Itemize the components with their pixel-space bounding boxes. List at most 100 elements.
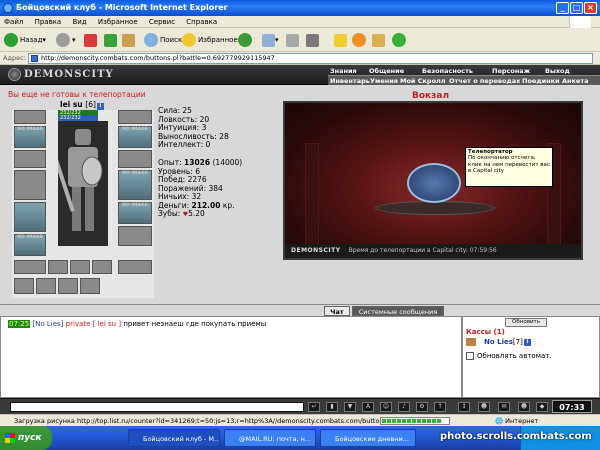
- messenger-button[interactable]: [334, 31, 347, 49]
- search-button[interactable]: Поиск: [144, 31, 182, 49]
- print-button[interactable]: [286, 31, 299, 49]
- mail-button[interactable]: ▾: [262, 31, 279, 49]
- refresh-button[interactable]: [104, 31, 117, 49]
- slot-earrings[interactable]: NO IMAGE: [14, 126, 46, 148]
- menu-security[interactable]: Безопасность: [422, 67, 473, 75]
- menu-exit[interactable]: Выход: [545, 67, 570, 75]
- menu-tools[interactable]: Сервис: [149, 18, 175, 26]
- menu-edit[interactable]: Правка: [35, 18, 62, 26]
- task-mailru[interactable]: @MAIL.RU: почта, н...: [224, 429, 316, 447]
- settings-button[interactable]: ⚙: [416, 402, 428, 412]
- character-avatar[interactable]: [49, 121, 108, 246]
- maximize-button[interactable]: □: [570, 2, 583, 14]
- home-button[interactable]: [122, 31, 135, 49]
- menu-character[interactable]: Персонаж: [492, 67, 530, 75]
- back-button[interactable]: Назад ▾: [4, 31, 46, 49]
- logo-orb-icon: [8, 68, 21, 81]
- character-name[interactable]: lei su [6] i: [60, 100, 104, 110]
- slot-shield[interactable]: NO IMAGE: [118, 170, 152, 200]
- filter-button[interactable]: ▼: [344, 402, 356, 412]
- auto-refresh-checkbox[interactable]: Обновлять автомат.: [466, 352, 552, 360]
- watermark: photo.scrolls.combats.com: [440, 431, 592, 442]
- search-icon: [144, 33, 158, 47]
- menu-duels[interactable]: Поединки: [522, 77, 560, 85]
- slot-gloves[interactable]: [118, 110, 152, 124]
- menu-view[interactable]: Вид: [72, 18, 86, 26]
- close-button[interactable]: ×: [584, 2, 597, 14]
- window-title: Бойцовский клуб - Microsoft Internet Exp…: [16, 3, 228, 12]
- tab-system-messages[interactable]: Системные сообщения: [352, 306, 444, 316]
- clear-button[interactable]: ▮: [326, 402, 338, 412]
- chat-window: 07:25 [No Lies] private [ lei su ] приве…: [0, 316, 462, 398]
- slot-bottom-5[interactable]: [118, 260, 152, 274]
- menu-knowledge[interactable]: Знания: [330, 67, 357, 75]
- start-button[interactable]: пуск: [0, 426, 52, 450]
- color-button[interactable]: ◆: [536, 402, 548, 412]
- mail-chat-button[interactable]: ✉: [498, 402, 510, 412]
- chat-nick[interactable]: [No Lies]: [32, 320, 63, 328]
- task-combats[interactable]: Бойцовский клуб - M...: [128, 429, 220, 447]
- menu-help[interactable]: Справка: [186, 18, 217, 26]
- menu-transfers[interactable]: Отчет о переводах: [449, 77, 520, 85]
- slot-weapon[interactable]: [14, 170, 46, 200]
- chat-input-bar: ↵ ▮ ▼ A ☺ ♪ ⚙ ↑ ↕ ☻ ✉ ☻ ◆ 07:33: [0, 398, 600, 414]
- teleporter[interactable]: [407, 163, 461, 203]
- browser-toolbar: Назад ▾ ▾ Поиск Избранное ▾: [0, 28, 600, 52]
- info-icon[interactable]: i: [523, 338, 531, 346]
- minimize-button[interactable]: _: [556, 2, 569, 14]
- people-button[interactable]: ☻: [518, 402, 530, 412]
- slot-bottom-3[interactable]: [70, 260, 90, 274]
- slot-amulet[interactable]: [14, 150, 46, 168]
- slot-bottom-1[interactable]: [14, 260, 46, 274]
- refresh-button[interactable]: Обновить: [505, 318, 547, 327]
- online-user[interactable]: No Lies [7] i: [466, 338, 531, 346]
- menu-profile[interactable]: Анкета: [562, 77, 589, 85]
- info-icon[interactable]: i: [96, 103, 104, 110]
- slot-pocket-3[interactable]: [58, 278, 78, 294]
- checkbox[interactable]: [466, 352, 474, 360]
- windows-logo-icon: [5, 433, 15, 443]
- slot-pocket-1[interactable]: [14, 278, 34, 294]
- extra-button[interactable]: [372, 31, 385, 49]
- menu-scroll[interactable]: Мой Скролл: [400, 77, 446, 85]
- translit-button[interactable]: A: [362, 402, 374, 412]
- slot-pocket-4[interactable]: [80, 278, 100, 294]
- slot-boots[interactable]: [118, 226, 152, 246]
- menu-skills[interactable]: Умения: [370, 77, 398, 85]
- edit-button[interactable]: [306, 31, 319, 49]
- page-icon: [31, 55, 38, 62]
- send-button[interactable]: ↵: [308, 402, 320, 412]
- mailru-button[interactable]: [352, 31, 368, 49]
- chat-input[interactable]: [10, 402, 304, 412]
- slot-ring-1[interactable]: NO IMAGE: [118, 126, 152, 148]
- equipment-panel: NO IMAGE NO IMAGE 232/232 232/232 NO IMA…: [12, 110, 154, 298]
- slot-helmet[interactable]: [14, 110, 46, 124]
- slot-armor[interactable]: [14, 202, 46, 232]
- slot-bottom-2[interactable]: [48, 260, 68, 274]
- menu-favorites[interactable]: Избранное: [98, 18, 138, 26]
- friends-button[interactable]: ☻: [478, 402, 490, 412]
- teleport-warning: Вы еще не готовы к телепортации: [8, 90, 146, 99]
- slot-legs[interactable]: NO IMAGE: [118, 202, 152, 224]
- slot-belt[interactable]: NO IMAGE: [14, 234, 46, 256]
- menu-file[interactable]: Файл: [4, 18, 23, 26]
- address-input[interactable]: http://demonscity.combats.com/buttons.pl…: [28, 53, 593, 64]
- slot-bottom-4[interactable]: [92, 260, 112, 274]
- exit-chat-button[interactable]: ↑: [434, 402, 446, 412]
- tab-chat[interactable]: Чат: [324, 306, 350, 316]
- scroll-button[interactable]: ↕: [458, 402, 470, 412]
- smile-button[interactable]: ☺: [380, 402, 392, 412]
- media-button[interactable]: [238, 31, 254, 49]
- task-diaries[interactable]: Бойцовские дневни...: [320, 429, 416, 447]
- menu-inventory[interactable]: Инвентарь: [330, 77, 370, 85]
- location-scene[interactable]: Телепортатор По окончанию отсчета, клик …: [283, 101, 583, 260]
- icq-button[interactable]: [392, 31, 408, 49]
- slot-ring-2[interactable]: [118, 150, 152, 168]
- menu-communication[interactable]: Общение: [369, 67, 404, 75]
- sound-button[interactable]: ♪: [398, 402, 410, 412]
- slot-pocket-2[interactable]: [36, 278, 56, 294]
- forward-button[interactable]: ▾: [56, 31, 76, 49]
- stop-button[interactable]: [84, 31, 97, 49]
- forward-arrow-icon: [56, 33, 70, 47]
- favorites-button[interactable]: Избранное: [182, 31, 238, 49]
